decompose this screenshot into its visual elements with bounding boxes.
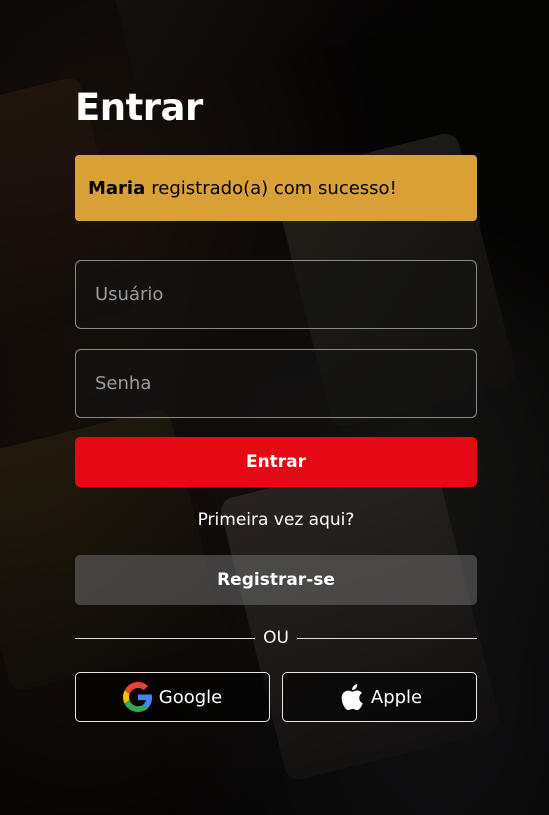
apple-login-button[interactable]: Apple xyxy=(282,672,477,722)
google-login-button[interactable]: Google xyxy=(75,672,270,722)
password-input[interactable] xyxy=(75,349,477,418)
success-alert: Maria registrado(a) com sucesso! xyxy=(75,155,477,221)
username-input[interactable] xyxy=(75,260,477,329)
or-divider: OU xyxy=(75,627,478,649)
divider-line-right xyxy=(296,637,478,639)
register-button[interactable]: Registrar-se xyxy=(75,555,477,605)
google-label: Google xyxy=(158,686,223,708)
page-title: Entrar xyxy=(75,86,203,129)
first-time-prompt: Primeira vez aqui? xyxy=(197,510,355,530)
apple-label: Apple xyxy=(370,686,423,708)
apple-logo-icon xyxy=(337,682,365,712)
divider-label: OU xyxy=(263,628,289,648)
alert-message: registrado(a) com sucesso! xyxy=(151,177,397,199)
divider-line-left xyxy=(75,637,256,639)
google-g-icon xyxy=(122,682,153,712)
login-button[interactable]: Entrar xyxy=(75,437,477,487)
alert-username: Maria xyxy=(88,177,146,199)
